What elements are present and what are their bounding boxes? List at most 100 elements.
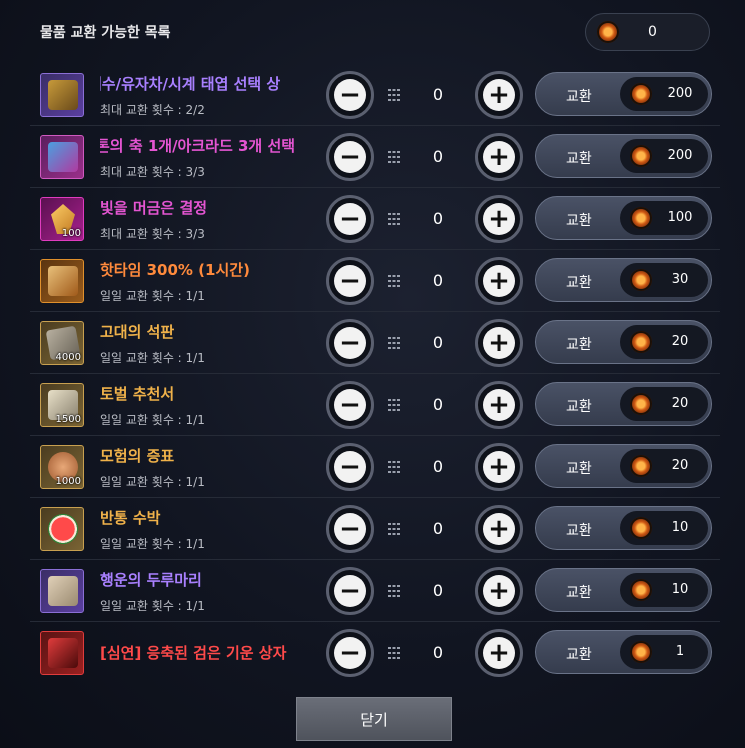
plus-icon: +: [483, 265, 515, 297]
plus-icon: +: [483, 575, 515, 607]
list-item: 1500 토벌 추천서 일일 교환 횟수 : 1/1 − 0 + 교환 20: [30, 374, 720, 436]
watermelon-icon[interactable]: [40, 507, 84, 551]
currency-value: 0: [648, 24, 657, 40]
plus-icon: +: [483, 451, 515, 483]
quantity-value[interactable]: 0: [426, 395, 450, 414]
quantity-value[interactable]: 0: [426, 147, 450, 166]
decrease-button[interactable]: −: [326, 567, 374, 615]
decrease-button[interactable]: −: [326, 443, 374, 491]
item-name: 핫타임 300% (1시간): [100, 261, 250, 279]
item-name: 톤의 축 1개/아크라드 3개 선택: [100, 137, 296, 155]
list-item: 1000 모험의 증표 일일 교환 횟수 : 1/1 − 0 + 교환 20: [30, 436, 720, 498]
medal-icon[interactable]: 1000: [40, 445, 84, 489]
gem-chest-icon[interactable]: [40, 135, 84, 179]
close-button[interactable]: 닫기: [296, 697, 452, 741]
cost-value: 100: [667, 210, 693, 225]
decrease-button[interactable]: −: [326, 195, 374, 243]
plus-icon: +: [483, 513, 515, 545]
item-limit: 일일 교환 횟수 : 1/1: [100, 537, 205, 551]
increase-button[interactable]: +: [475, 195, 523, 243]
minus-icon: −: [334, 575, 366, 607]
item-name: 혜수/유자차/시계 태엽 선택 상: [100, 75, 281, 93]
quantity-value[interactable]: 0: [426, 581, 450, 600]
cost-value: 20: [671, 458, 689, 473]
stone-tablet-icon[interactable]: 4000: [40, 321, 84, 365]
keypad-icon[interactable]: [388, 585, 400, 597]
exchange-button[interactable]: 교환 1: [535, 630, 712, 674]
cost-value: 30: [671, 272, 689, 287]
coin-icon: [597, 21, 619, 43]
item-limit: 최대 교환 횟수 : 3/3: [100, 165, 205, 179]
exchange-button[interactable]: 교환 30: [535, 258, 712, 302]
decrease-button[interactable]: −: [326, 505, 374, 553]
list-item: [심연] 응축된 검은 기운 상자 − 0 + 교환 1: [30, 622, 720, 684]
keypad-icon[interactable]: [388, 151, 400, 163]
coin-icon: [630, 269, 652, 291]
coin-icon: [630, 145, 652, 167]
keypad-icon[interactable]: [388, 399, 400, 411]
quantity-value[interactable]: 0: [426, 209, 450, 228]
list-item: 핫타임 300% (1시간) 일일 교환 횟수 : 1/1 − 0 + 교환 3…: [30, 250, 720, 312]
increase-button[interactable]: +: [475, 629, 523, 677]
coin-icon: [630, 579, 652, 601]
list-item: 100 빛을 머금은 결정 최대 교환 횟수 : 3/3 − 0 + 교환 10…: [30, 188, 720, 250]
minus-icon: −: [334, 389, 366, 421]
cost-value: 10: [671, 520, 689, 535]
keypad-icon[interactable]: [388, 647, 400, 659]
increase-button[interactable]: +: [475, 319, 523, 367]
quantity-value[interactable]: 0: [426, 85, 450, 104]
decrease-button[interactable]: −: [326, 257, 374, 305]
coin-icon: [630, 393, 652, 415]
keypad-icon[interactable]: [388, 213, 400, 225]
exchange-button[interactable]: 교환 100: [535, 196, 712, 240]
exchange-button[interactable]: 교환 20: [535, 320, 712, 364]
increase-button[interactable]: +: [475, 381, 523, 429]
decrease-button[interactable]: −: [326, 319, 374, 367]
keypad-icon[interactable]: [388, 337, 400, 349]
decrease-button[interactable]: −: [326, 133, 374, 181]
cost-value: 20: [671, 396, 689, 411]
crystal-icon[interactable]: 100: [40, 197, 84, 241]
exchange-button[interactable]: 교환 10: [535, 568, 712, 612]
coin-icon: [630, 83, 652, 105]
exchange-button[interactable]: 교환 10: [535, 506, 712, 550]
plus-icon: +: [483, 389, 515, 421]
exchange-button[interactable]: 교환 200: [535, 72, 712, 116]
cost-pill: 20: [620, 387, 708, 421]
increase-button[interactable]: +: [475, 257, 523, 305]
minus-icon: −: [334, 637, 366, 669]
currency-balance: 0: [585, 13, 710, 51]
plus-icon: +: [483, 327, 515, 359]
quantity-value[interactable]: 0: [426, 519, 450, 538]
item-name: 반통 수박: [100, 509, 161, 527]
increase-button[interactable]: +: [475, 71, 523, 119]
hottime-icon[interactable]: [40, 259, 84, 303]
quantity-value[interactable]: 0: [426, 643, 450, 662]
keypad-icon[interactable]: [388, 461, 400, 473]
lucky-scroll-icon[interactable]: [40, 569, 84, 613]
increase-button[interactable]: +: [475, 567, 523, 615]
keypad-icon[interactable]: [388, 89, 400, 101]
abyss-box-icon[interactable]: [40, 631, 84, 675]
item-limit: 일일 교환 횟수 : 1/1: [100, 289, 205, 303]
quantity-value[interactable]: 0: [426, 457, 450, 476]
decrease-button[interactable]: −: [326, 71, 374, 119]
quantity-value[interactable]: 0: [426, 333, 450, 352]
item-name: 토벌 추천서: [100, 385, 175, 403]
exchange-button[interactable]: 교환 20: [535, 382, 712, 426]
scroll-icon[interactable]: 1500: [40, 383, 84, 427]
increase-button[interactable]: +: [475, 443, 523, 491]
exchange-button[interactable]: 교환 20: [535, 444, 712, 488]
keypad-icon[interactable]: [388, 275, 400, 287]
decrease-button[interactable]: −: [326, 629, 374, 677]
item-name: 행운의 두루마리: [100, 571, 202, 589]
item-limit: 일일 교환 횟수 : 1/1: [100, 413, 205, 427]
increase-button[interactable]: +: [475, 133, 523, 181]
decrease-button[interactable]: −: [326, 381, 374, 429]
quantity-value[interactable]: 0: [426, 271, 450, 290]
increase-button[interactable]: +: [475, 505, 523, 553]
chest-icon[interactable]: [40, 73, 84, 117]
cost-pill: 20: [620, 325, 708, 359]
keypad-icon[interactable]: [388, 523, 400, 535]
exchange-button[interactable]: 교환 200: [535, 134, 712, 178]
